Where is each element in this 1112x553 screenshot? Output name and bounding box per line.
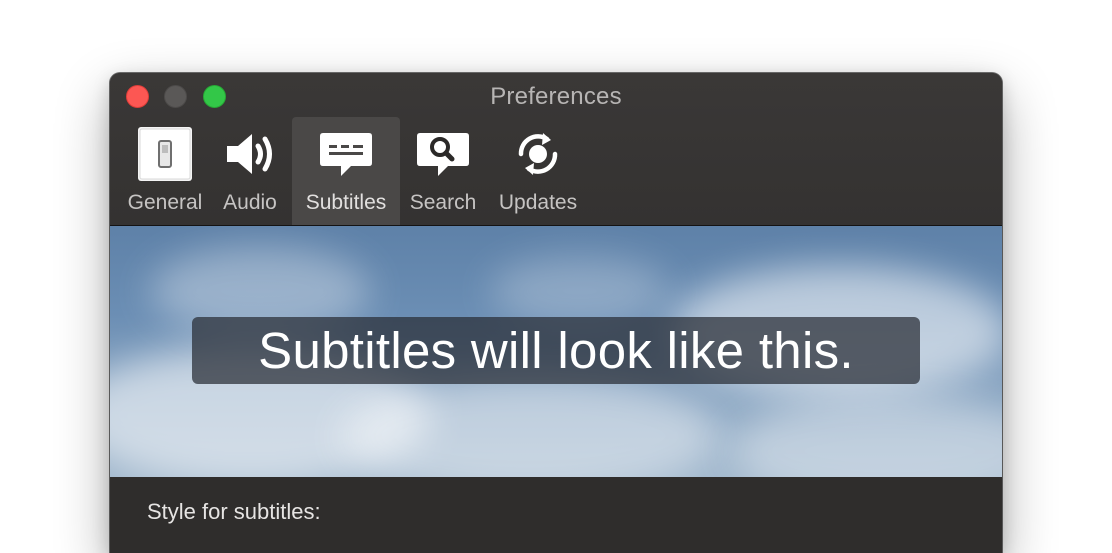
switch-icon: [138, 127, 192, 181]
cloud: [730, 396, 1002, 477]
title-bar: Preferences General Audio Subtitles Sear…: [110, 73, 1002, 226]
tab-audio[interactable]: Audio: [213, 117, 287, 225]
settings-panel: Style for subtitles:: [110, 477, 1002, 553]
tab-general[interactable]: General: [124, 117, 206, 225]
tab-search[interactable]: Search: [406, 117, 480, 225]
refresh-icon: [518, 133, 558, 175]
tab-updates[interactable]: Updates: [492, 117, 584, 225]
tab-search-label: Search: [409, 191, 477, 214]
subtitle-sample-text: Subtitles will look like this.: [258, 322, 854, 379]
cloud: [490, 256, 670, 326]
subtitles-icon: [320, 133, 372, 176]
subtitle-preview: Subtitles will look like this.: [110, 226, 1002, 477]
search-icon: [417, 133, 469, 176]
speaker-icon: [227, 134, 272, 174]
window-title: Preferences: [490, 83, 622, 110]
tab-general-label: General: [127, 191, 203, 214]
tab-subtitles[interactable]: Subtitles: [292, 117, 400, 225]
preferences-window: Preferences General Audio Subtitles Sear…: [110, 73, 1002, 553]
tab-audio-label: Audio: [223, 191, 277, 214]
subtitle-sample-box: Subtitles will look like this.: [192, 317, 920, 384]
tab-updates-label: Updates: [498, 191, 578, 214]
style-for-subtitles-label: Style for subtitles:: [147, 499, 321, 524]
tab-subtitles-label: Subtitles: [305, 191, 387, 214]
